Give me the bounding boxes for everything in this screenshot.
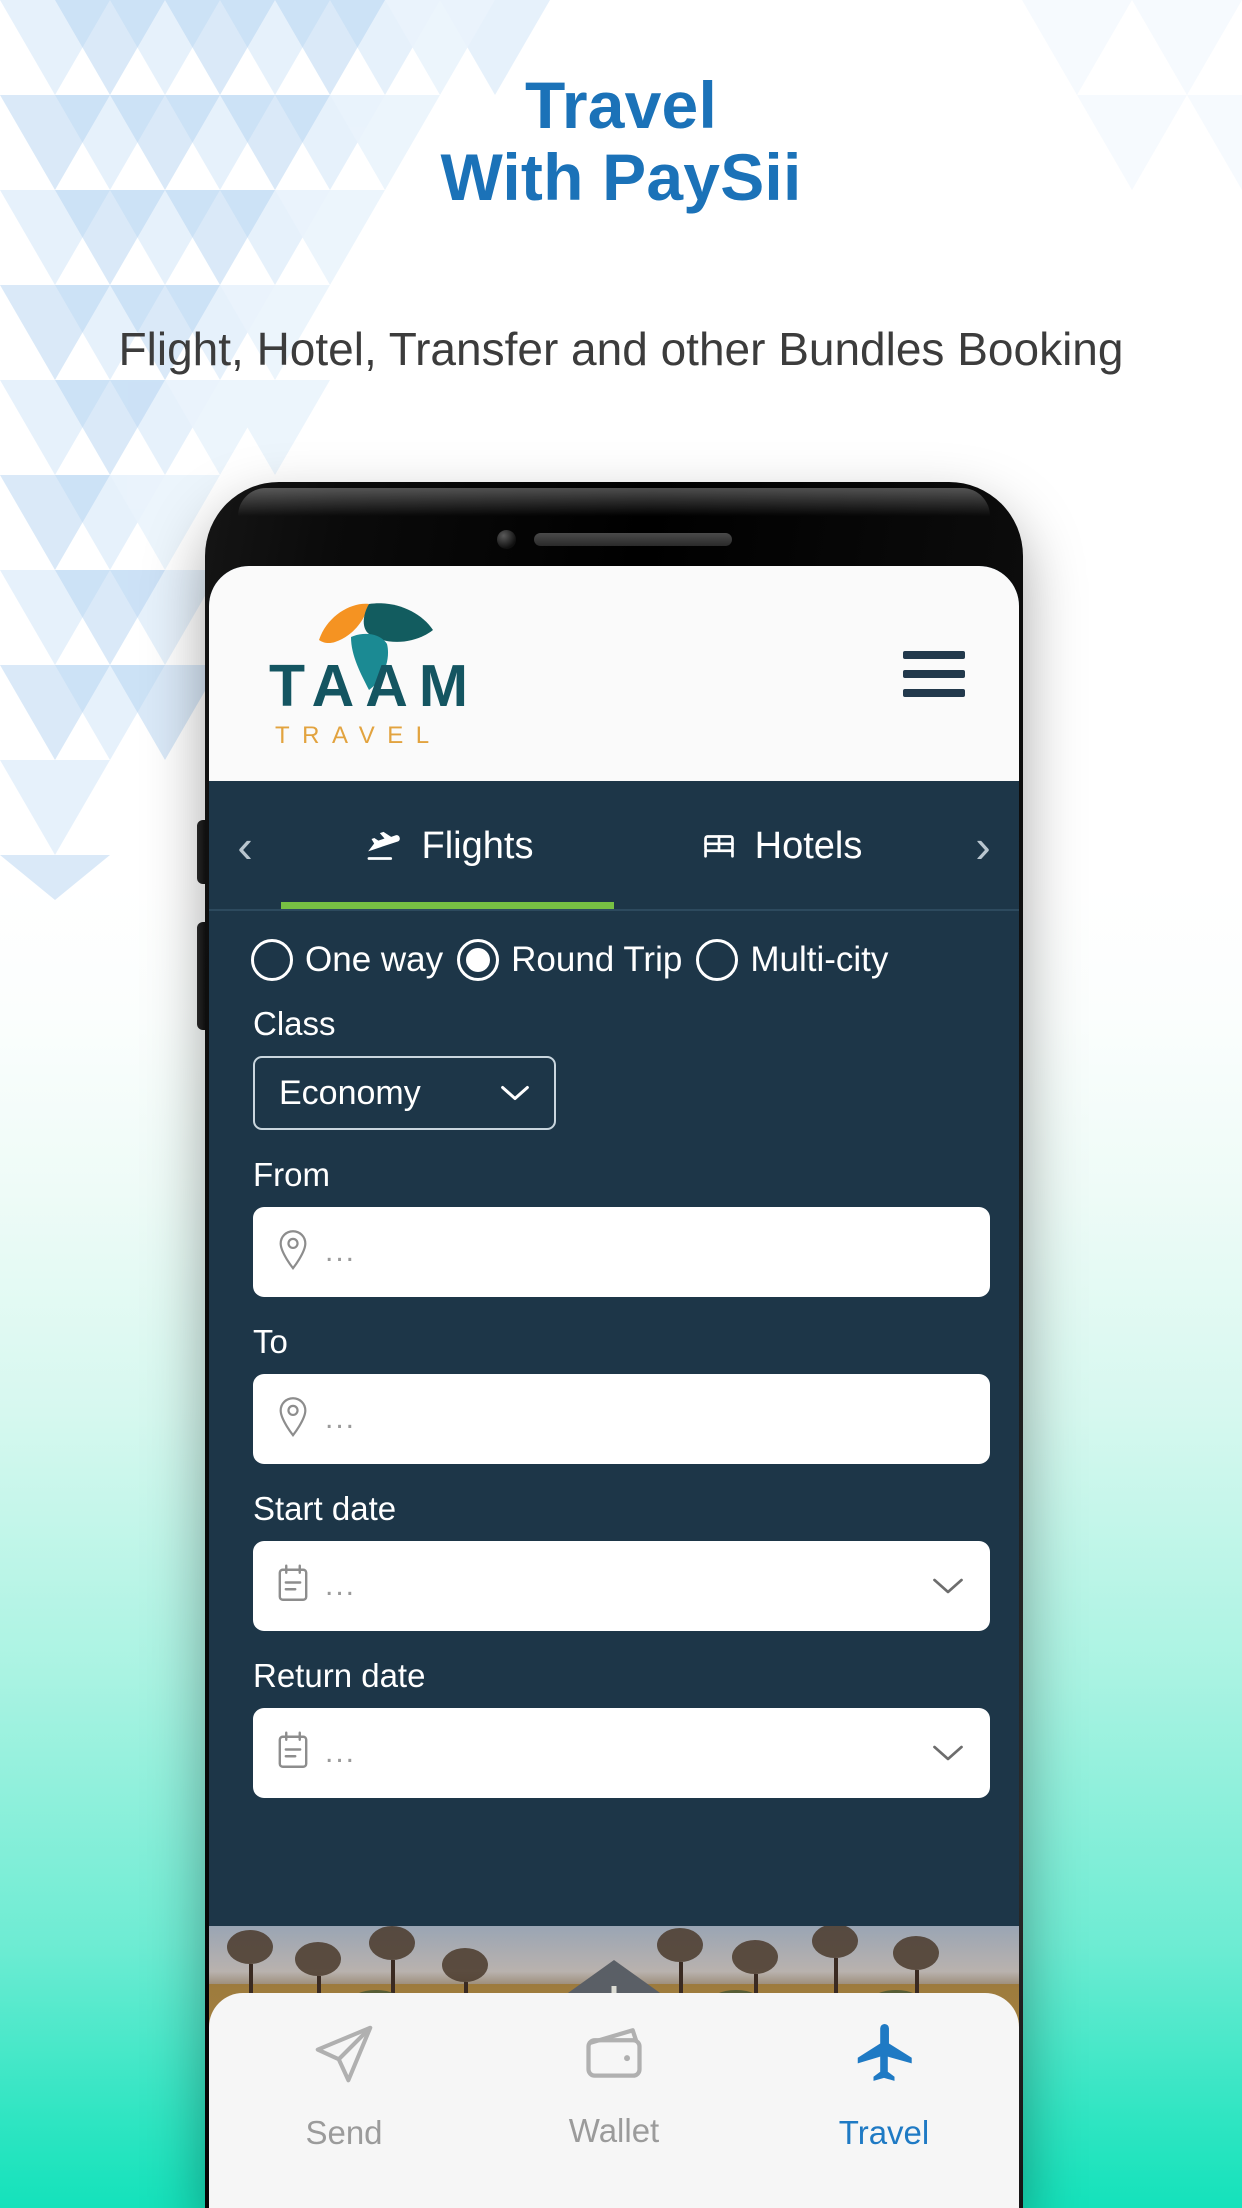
phone-sensor-row: [205, 528, 1023, 550]
nav-item-wallet-label: Wallet: [568, 2112, 660, 2149]
radio-multi-city-label: Multi-city: [750, 940, 889, 979]
trip-type-one-way[interactable]: One way: [251, 939, 443, 981]
nav-item-travel-label: Travel: [838, 2114, 930, 2151]
calendar-icon: [275, 1563, 311, 1610]
class-select[interactable]: Economy: [253, 1056, 556, 1130]
airplane-icon: [847, 2019, 921, 2094]
hamburger-bar: [903, 688, 965, 697]
trip-type-round-trip[interactable]: Round Trip: [457, 939, 682, 981]
tabs-prev-arrow[interactable]: ‹: [209, 823, 281, 869]
class-label: Class: [253, 1005, 336, 1042]
location-pin-icon: [275, 1395, 311, 1444]
from-input-placeholder: ...: [325, 1235, 357, 1268]
flight-search-form: One way Round Trip Multi-city Class Econ…: [209, 911, 1019, 1926]
phone-bezel-gloss: [237, 488, 991, 516]
start-date-placeholder: ...: [325, 1569, 357, 1602]
bottom-navigation-bar: Send Wallet Travel: [209, 1993, 1019, 2208]
earpiece-speaker: [533, 532, 732, 546]
hero-title-line2: With PaySii: [440, 139, 802, 214]
logo-subwordmark: TRAVEL: [275, 721, 442, 749]
front-camera-icon: [496, 529, 516, 549]
nav-item-travel[interactable]: Travel: [749, 2019, 1019, 2152]
app-logo[interactable]: TAAM TRAVEL: [269, 594, 499, 754]
phone-mockup: TAAM TRAVEL ‹ Flights Hotels › One way R…: [197, 482, 1023, 2208]
nav-item-send[interactable]: Send: [209, 2019, 479, 2152]
tab-hotels[interactable]: Hotels: [614, 781, 947, 911]
flight-takeoff-icon: [362, 826, 406, 866]
chevron-down-icon: [498, 1074, 532, 1113]
start-date-input[interactable]: ...: [253, 1541, 990, 1631]
radio-one-way[interactable]: [251, 939, 293, 981]
start-date-label: Start date: [253, 1490, 397, 1527]
from-input[interactable]: ...: [253, 1207, 990, 1297]
hero-title: Travel With PaySii: [0, 68, 1242, 214]
service-tabbar: ‹ Flights Hotels ›: [209, 781, 1019, 911]
tab-flights[interactable]: Flights: [281, 781, 614, 911]
send-paper-plane-icon: [307, 2019, 381, 2094]
hamburger-bar: [903, 669, 965, 678]
to-label: To: [253, 1323, 288, 1360]
nav-item-wallet[interactable]: Wallet: [479, 2019, 749, 2150]
return-date-label: Return date: [253, 1657, 426, 1694]
chevron-down-icon[interactable]: [930, 1574, 966, 1598]
hamburger-menu-icon[interactable]: [903, 650, 965, 697]
nav-item-send-label: Send: [305, 2114, 383, 2151]
tabs-next-arrow[interactable]: ›: [947, 823, 1019, 869]
tabs-track: Flights Hotels: [281, 781, 947, 911]
radio-multi-city[interactable]: [696, 939, 739, 981]
tab-hotels-label: Hotels: [754, 824, 863, 867]
app-header: TAAM TRAVEL: [209, 566, 1019, 781]
from-label: From: [253, 1156, 330, 1193]
trip-type-multi-city[interactable]: Multi-city: [696, 939, 888, 981]
wallet-icon: [578, 2019, 650, 2092]
return-date-input[interactable]: ...: [253, 1708, 990, 1798]
to-input-placeholder: ...: [325, 1402, 357, 1435]
phone-screen: TAAM TRAVEL ‹ Flights Hotels › One way R…: [209, 566, 1019, 2208]
return-date-placeholder: ...: [325, 1736, 357, 1769]
location-pin-icon: [275, 1228, 311, 1277]
radio-one-way-label: One way: [305, 940, 444, 979]
to-input[interactable]: ...: [253, 1374, 990, 1464]
radio-round-trip-label: Round Trip: [511, 940, 683, 979]
radio-round-trip[interactable]: [457, 939, 500, 981]
hero-title-line1: Travel: [524, 68, 717, 142]
hero-subtitle: Flight, Hotel, Transfer and other Bundle…: [118, 323, 1124, 375]
hamburger-bar: [903, 650, 965, 659]
tab-flights-label: Flights: [421, 824, 534, 867]
chevron-down-icon[interactable]: [930, 1741, 966, 1765]
hotel-bed-icon: [699, 827, 739, 865]
logo-wordmark: TAAM: [269, 652, 480, 719]
trip-type-radio-group: One way Round Trip Multi-city: [233, 939, 995, 981]
calendar-icon: [275, 1730, 311, 1777]
phone-bezel: TAAM TRAVEL ‹ Flights Hotels › One way R…: [205, 482, 1023, 2208]
class-select-value: Economy: [279, 1073, 421, 1112]
